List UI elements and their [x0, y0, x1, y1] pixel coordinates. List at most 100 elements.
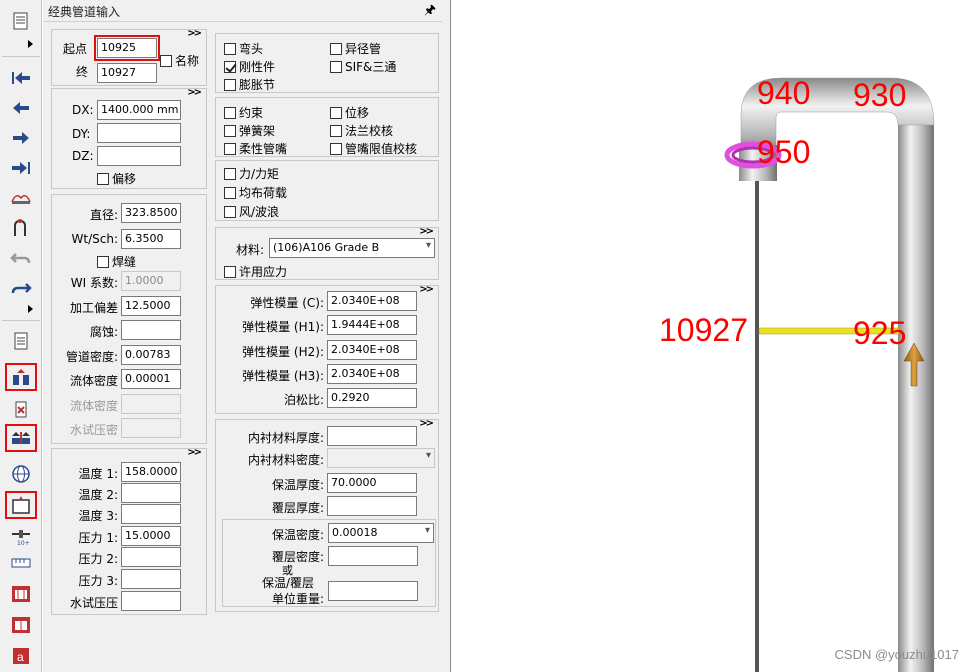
- cladding-density-input[interactable]: [328, 546, 418, 566]
- last-icon[interactable]: [8, 157, 34, 179]
- poisson-input[interactable]: 0.2920: [327, 388, 417, 408]
- expand-chevron-icon[interactable]: >>: [419, 226, 434, 237]
- expand-chevron-icon[interactable]: >>: [419, 418, 434, 429]
- eh1-input[interactable]: 1.9444E+08: [327, 315, 417, 335]
- from-node-input[interactable]: 10925: [94, 35, 160, 61]
- wall-thickness-input[interactable]: 6.3500: [121, 229, 181, 249]
- temp1-input[interactable]: 158.0000: [121, 462, 181, 482]
- report2-icon[interactable]: [8, 614, 34, 636]
- classic-pipe-input-panel: 经典管道输入 🖈︎ >> 起点 10925 终 10927 名称 >> DX: …: [43, 0, 442, 672]
- bend-checkbox-box[interactable]: [224, 42, 236, 55]
- delete-icon[interactable]: [8, 398, 34, 420]
- insert-icon[interactable]: [5, 491, 37, 519]
- force-moment-checkbox[interactable]: 力/力矩: [224, 165, 279, 182]
- flange-check-checkbox[interactable]: 法兰校核: [330, 122, 393, 139]
- svg-text:10+: 10+: [17, 540, 30, 546]
- fluid-density-input[interactable]: 0.00001: [121, 369, 181, 389]
- report-icon[interactable]: [8, 583, 34, 605]
- pressure3-input[interactable]: [121, 569, 181, 589]
- document-icon[interactable]: [8, 330, 34, 352]
- model-viewport[interactable]: 940 930 950 10927 925 CSDN @youzhu1017: [450, 0, 973, 672]
- sif-tee-checkbox[interactable]: SIF&三通: [330, 58, 396, 75]
- node-group: >> 起点 10925 终 10927 名称: [51, 28, 207, 86]
- insulation-thickness-input[interactable]: 70.0000: [327, 473, 417, 493]
- flexible-nozzle-checkbox[interactable]: 柔性管嘴: [224, 140, 287, 157]
- displacement-checkbox[interactable]: 位移: [330, 104, 369, 121]
- uniform-load-checkbox-box[interactable]: [224, 186, 236, 199]
- sif-tee-checkbox-box[interactable]: [330, 60, 342, 73]
- panel-splitter[interactable]: [442, 0, 450, 672]
- name-checkbox-box[interactable]: [160, 54, 172, 67]
- first-icon[interactable]: [8, 67, 34, 89]
- eh2-input[interactable]: 2.0340E+08: [327, 340, 417, 360]
- corrosion-input[interactable]: [121, 320, 181, 340]
- nozzle-limit-checkbox[interactable]: 管嘴限值校核: [330, 140, 417, 157]
- expand-chevron-icon[interactable]: >>: [187, 28, 202, 39]
- hanger-checkbox[interactable]: 弹簧架: [224, 122, 275, 139]
- text-icon[interactable]: a: [8, 645, 34, 667]
- pipe-density-input[interactable]: 0.00783: [121, 345, 181, 365]
- expansion-joint-checkbox[interactable]: 膨胀节: [224, 76, 275, 93]
- pressure1-input[interactable]: 15.0000: [121, 526, 181, 546]
- expand-chevron-icon[interactable]: >>: [187, 447, 202, 458]
- weld-checkbox-box[interactable]: [97, 255, 109, 268]
- nodes-icon[interactable]: [8, 187, 34, 209]
- dy-input[interactable]: [97, 123, 181, 143]
- pin-icon[interactable]: 🖈︎: [424, 1, 436, 23]
- flexible-nozzle-checkbox-box[interactable]: [224, 142, 236, 155]
- redo-icon[interactable]: [8, 277, 34, 299]
- diameter-input[interactable]: 323.8500: [121, 203, 181, 223]
- weld-checkbox[interactable]: 焊缝: [97, 253, 136, 270]
- cladding-thickness-input[interactable]: [327, 496, 417, 516]
- pressure2-input[interactable]: [121, 547, 181, 567]
- more-arrow-icon-2[interactable]: [28, 305, 33, 313]
- eh3-input[interactable]: 2.0340E+08: [327, 364, 417, 384]
- bend-checkbox[interactable]: 弯头: [224, 40, 263, 57]
- reducer-checkbox-box[interactable]: [330, 42, 342, 55]
- more-arrow-icon[interactable]: [28, 40, 33, 48]
- split-icon[interactable]: [5, 424, 37, 452]
- exchange-icon[interactable]: [5, 363, 37, 391]
- uniform-load-checkbox[interactable]: 均布荷载: [224, 184, 287, 201]
- rigid-checkbox-box[interactable]: [224, 60, 236, 73]
- displacement-checkbox-box[interactable]: [330, 106, 342, 119]
- temp3-input[interactable]: [121, 504, 181, 524]
- allowable-stress-checkbox-box[interactable]: [224, 265, 236, 278]
- globe-icon[interactable]: [8, 463, 34, 485]
- dz-input[interactable]: [97, 146, 181, 166]
- dx-input[interactable]: 1400.000 mm: [97, 100, 181, 120]
- wind-wave-checkbox[interactable]: 风/波浪: [224, 203, 279, 220]
- name-checkbox[interactable]: 名称: [160, 52, 199, 69]
- restraint-checkbox[interactable]: 约束: [224, 104, 263, 121]
- expand-chevron-icon[interactable]: >>: [187, 87, 202, 98]
- expansion-joint-checkbox-box[interactable]: [224, 78, 236, 91]
- undo-icon[interactable]: [8, 247, 34, 269]
- allowable-stress-checkbox[interactable]: 许用应力: [224, 263, 287, 280]
- numbering-icon[interactable]: 10+: [8, 525, 34, 547]
- offset-checkbox-box[interactable]: [97, 172, 109, 185]
- rigid-checkbox[interactable]: 刚性件: [224, 58, 275, 75]
- unit-weight-input[interactable]: [328, 581, 418, 601]
- mill-tolerance-input[interactable]: 12.5000: [121, 296, 181, 316]
- hanger-checkbox-box[interactable]: [224, 124, 236, 137]
- nozzle-limit-checkbox-box[interactable]: [330, 142, 342, 155]
- lining-thickness-input[interactable]: [327, 426, 417, 446]
- wind-wave-checkbox-box[interactable]: [224, 205, 236, 218]
- ec-input[interactable]: 2.0340E+08: [327, 291, 417, 311]
- next-icon[interactable]: [8, 127, 34, 149]
- ruler-icon[interactable]: [8, 552, 34, 574]
- flange-check-checkbox-box[interactable]: [330, 124, 342, 137]
- list-icon[interactable]: [8, 10, 34, 32]
- to-node-input[interactable]: 10927: [97, 63, 157, 83]
- prev-icon[interactable]: [8, 97, 34, 119]
- insulation-density-select[interactable]: 0.00018: [328, 523, 434, 543]
- expand-chevron-icon[interactable]: >>: [419, 284, 434, 295]
- bend-icon[interactable]: [8, 217, 34, 239]
- reducer-checkbox[interactable]: 异径管: [330, 40, 381, 57]
- hydro-pressure-input[interactable]: [121, 591, 181, 611]
- material-select[interactable]: (106)A106 Grade B: [269, 238, 435, 258]
- restraint-checkbox-box[interactable]: [224, 106, 236, 119]
- force-moment-checkbox-box[interactable]: [224, 167, 236, 180]
- temp2-input[interactable]: [121, 483, 181, 503]
- offset-checkbox[interactable]: 偏移: [97, 170, 136, 187]
